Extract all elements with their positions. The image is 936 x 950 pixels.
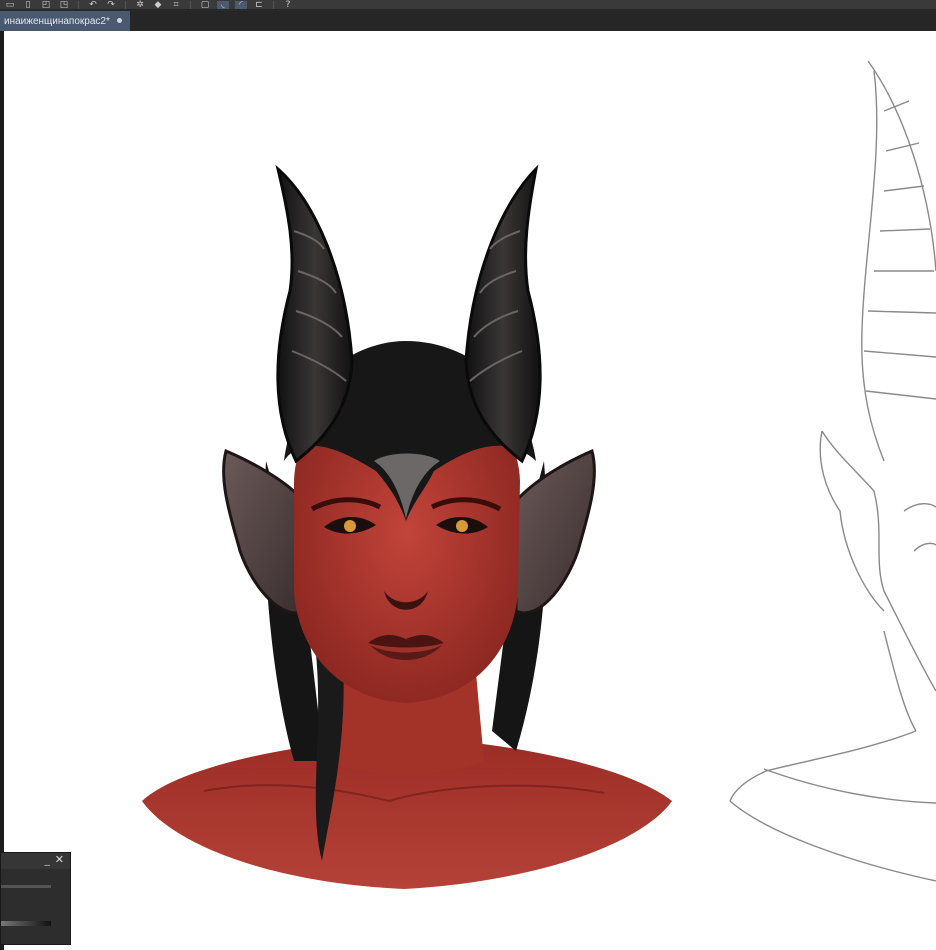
fill-icon[interactable]: ◆: [152, 0, 164, 9]
toolbar-separator: [78, 0, 79, 9]
right-iris: [456, 520, 468, 532]
settings-icon[interactable]: ⊏: [253, 0, 265, 9]
floating-panel: _ ✕: [0, 852, 71, 945]
opacity-gradient-slider[interactable]: [1, 921, 51, 926]
toolbar-separator: [125, 0, 126, 9]
document-tab-bar: инаиженщинапокрас2*: [0, 11, 936, 31]
undo-icon[interactable]: ↶: [87, 0, 99, 9]
document-tab[interactable]: инаиженщинапокрас2*: [0, 11, 130, 31]
brush-icon[interactable]: ▭: [4, 0, 16, 9]
toolbar-separator: [273, 0, 274, 9]
left-iris: [344, 520, 356, 532]
eraser-icon[interactable]: ▯: [22, 0, 34, 9]
rotate-icon[interactable]: ◟: [217, 0, 229, 9]
selection-icon[interactable]: ◰: [40, 0, 52, 9]
transform-icon[interactable]: ✲: [134, 0, 146, 9]
close-button[interactable]: ✕: [55, 854, 64, 866]
sketch-drawing: [729, 60, 936, 882]
toolbar-separator: [190, 0, 191, 9]
lasso-icon[interactable]: ◳: [58, 0, 70, 9]
mirror-icon[interactable]: ◜: [235, 0, 247, 9]
help-icon[interactable]: ?: [282, 0, 294, 9]
artwork: [142, 60, 936, 889]
minimize-button[interactable]: _: [45, 854, 51, 866]
crop-icon[interactable]: ⌗: [170, 0, 182, 9]
unsaved-dot-icon[interactable]: [117, 18, 122, 23]
panel-slider[interactable]: [1, 885, 51, 888]
floating-panel-header: _ ✕: [1, 853, 70, 869]
left-ear: [222, 448, 306, 615]
main-toolbar: ▭ ▯ ◰ ◳ ↶ ↷ ✲ ◆ ⌗ ▢ ◟ ◜ ⊏ ?: [0, 0, 936, 10]
document-tab-title: инаиженщинапокрас2*: [4, 15, 110, 27]
redo-icon[interactable]: ↷: [105, 0, 117, 9]
right-ear: [514, 448, 596, 615]
drawing-canvas[interactable]: [4, 31, 936, 950]
view-icon[interactable]: ▢: [199, 0, 211, 9]
